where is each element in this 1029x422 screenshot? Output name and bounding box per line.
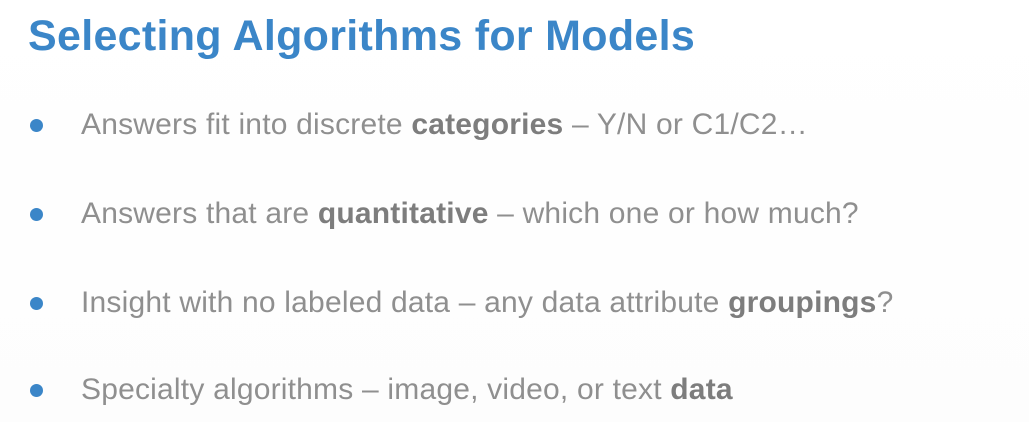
bullet-text-part: ? [876,286,894,319]
slide-title: Selecting Algorithms for Models [28,12,696,60]
bullet-text: Insight with no labeled data – any data … [81,286,893,320]
bullet-text: Answers that are quantitative – which on… [81,197,859,231]
bullet-text: Answers fit into discrete categories – Y… [81,108,808,142]
bullet-text-part: Insight with no labeled data – any data … [81,286,729,319]
bullet-item: Answers that are quantitative – which on… [30,194,859,234]
bullet-dot-icon [30,383,43,397]
bullet-text-part: Specialty algorithms – image, video, or … [81,373,671,406]
slide: Selecting Algorithms for Models Answers … [0,0,1029,422]
bullet-dot-icon [30,296,43,310]
bullet-text-part: – which one or how much? [488,197,859,230]
bullet-item: Specialty algorithms – image, video, or … [30,370,733,410]
bullet-text-part: Answers that are [81,197,318,230]
bullet-text-part: Answers fit into discrete [81,108,412,141]
bullet-dot-icon [30,207,43,221]
bullet-keyword: data [670,373,733,406]
bullet-dot-icon [30,118,43,132]
bullet-text: Specialty algorithms – image, video, or … [81,373,733,407]
bullet-keyword: quantitative [317,197,489,230]
bullet-keyword: categories [411,108,564,141]
bullet-keyword: groupings [728,286,877,319]
bullet-text-part: – Y/N or C1/C2… [563,108,808,141]
bullet-item: Answers fit into discrete categories – Y… [30,105,808,145]
bullet-item: Insight with no labeled data – any data … [30,283,893,323]
